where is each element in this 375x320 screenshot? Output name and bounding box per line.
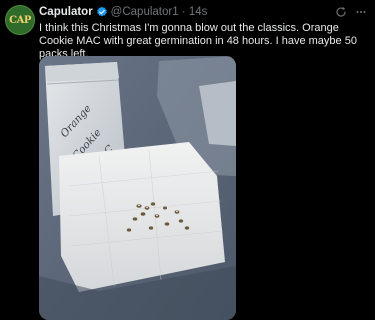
post-header: Capulator @Capulator1 · 14s: [39, 4, 367, 20]
more-icon[interactable]: [355, 6, 367, 18]
photo-illustration: Orange Cookie MAC: [39, 56, 236, 320]
avatar[interactable]: CAP: [5, 5, 35, 35]
handle-and-time[interactable]: @Capulator1 · 14s: [111, 6, 208, 18]
author-name[interactable]: Capulator: [39, 6, 93, 18]
header-actions: [335, 4, 367, 20]
post-photo[interactable]: Orange Cookie MAC: [39, 56, 236, 320]
verified-badge-icon: [96, 6, 107, 17]
avatar-monogram: CAP: [9, 14, 31, 26]
spinner-icon[interactable]: [335, 6, 347, 18]
